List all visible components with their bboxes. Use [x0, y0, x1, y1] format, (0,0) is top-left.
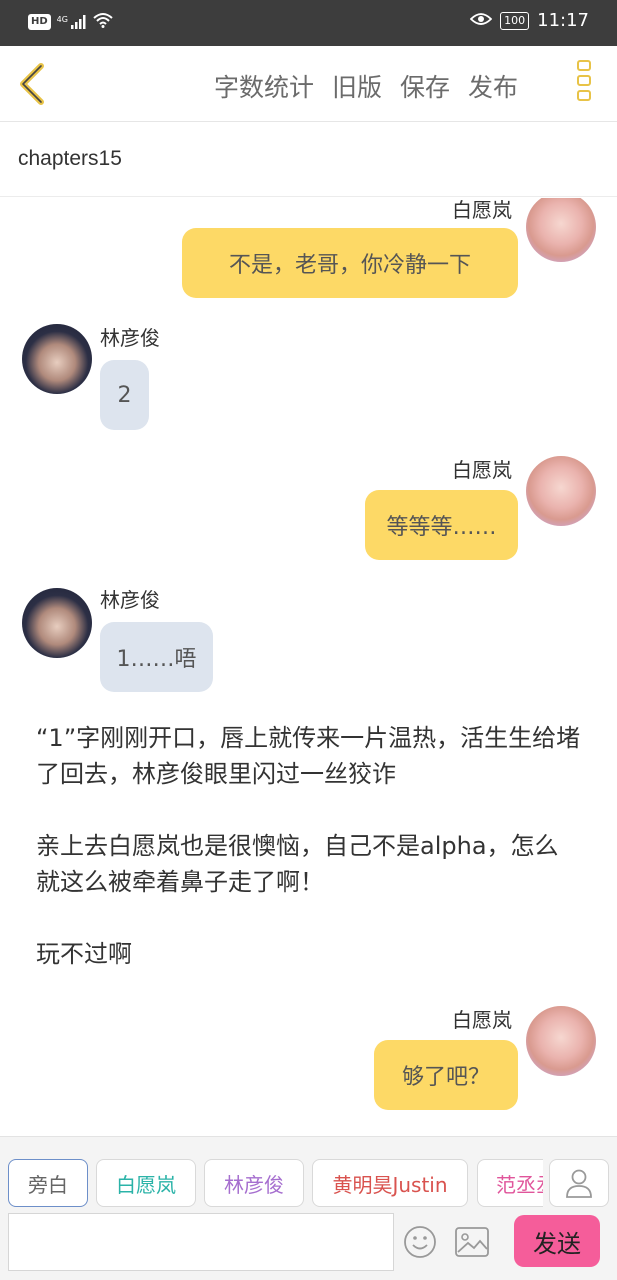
speaker-name: 白愿岚	[452, 1008, 512, 1032]
narration-text[interactable]: 亲上去白愿岚也是很懊恼，自己不是alpha，怎么就这么被牵着鼻子走了啊！	[36, 828, 581, 900]
chapter-title: chapters15	[18, 147, 122, 170]
message-bubble[interactable]: 2	[100, 360, 149, 430]
avatar[interactable]	[526, 456, 596, 526]
message-bubble[interactable]: 1……唔	[100, 622, 213, 692]
avatar[interactable]	[526, 198, 596, 262]
signal-icon: 4G	[57, 15, 87, 29]
speaker-name: 林彦俊	[100, 326, 160, 350]
more-icon	[574, 60, 594, 101]
narration-text[interactable]: 玩不过啊	[36, 936, 581, 972]
add-role-button[interactable]	[549, 1159, 609, 1207]
avatar[interactable]	[22, 588, 92, 658]
message-input[interactable]	[9, 1214, 393, 1270]
composer-bar: 旁白 白愿岚 林彦俊 黄明昊Justin 范丞丞 发送	[0, 1136, 617, 1280]
emoji-button[interactable]	[403, 1225, 437, 1259]
speaker-name: 白愿岚	[452, 198, 512, 222]
role-narrator[interactable]: 旁白	[8, 1159, 88, 1207]
narration-text[interactable]: “1”字刚刚开口，唇上就传来一片温热，活生生给堵了回去，林彦俊眼里闪过一丝狡诈	[36, 720, 581, 792]
image-button[interactable]	[454, 1225, 490, 1259]
hd-badge: HD	[28, 14, 51, 30]
word-count-button[interactable]: 字数统计	[214, 68, 314, 104]
avatar[interactable]	[526, 1006, 596, 1076]
speaker-name: 林彦俊	[100, 588, 160, 612]
role-fan-chengcheng[interactable]: 范丞丞	[477, 1159, 543, 1207]
chevron-left-icon	[20, 63, 44, 105]
chat-area[interactable]: 白愿岚 不是，老哥，你冷静一下 林彦俊 2 白愿岚 等等等…… 林彦俊 1……唔…	[0, 198, 617, 1136]
role-lin-yanjun[interactable]: 林彦俊	[204, 1159, 304, 1207]
role-selector: 旁白 白愿岚 林彦俊 黄明昊Justin 范丞丞	[8, 1159, 543, 1209]
message-input-box[interactable]	[8, 1213, 394, 1271]
message-bubble[interactable]: 等等等……	[365, 490, 518, 560]
more-menu-button[interactable]	[574, 60, 594, 112]
back-button[interactable]	[14, 60, 54, 108]
clock: 11:17	[537, 10, 589, 31]
role-huang-minghao[interactable]: 黄明昊Justin	[312, 1159, 468, 1207]
header-actions: 字数统计 旧版 保存 发布	[214, 68, 518, 104]
publish-button[interactable]: 发布	[468, 68, 518, 104]
editor-header: 字数统计 旧版 保存 发布	[0, 46, 617, 122]
eye-icon	[469, 10, 493, 31]
status-bar: HD 4G 100 11:17	[0, 0, 617, 46]
old-version-button[interactable]: 旧版	[332, 68, 382, 104]
smiley-icon	[404, 1226, 436, 1258]
message-bubble[interactable]: 够了吧？	[374, 1040, 518, 1110]
avatar[interactable]	[22, 324, 92, 394]
save-button[interactable]: 保存	[400, 68, 450, 104]
image-icon	[455, 1227, 489, 1257]
person-icon	[566, 1169, 592, 1198]
role-bai-yuanlan[interactable]: 白愿岚	[96, 1159, 196, 1207]
message-bubble[interactable]: 不是，老哥，你冷静一下	[182, 228, 518, 298]
wifi-icon	[93, 12, 113, 32]
battery-indicator: 100	[500, 11, 530, 30]
chapter-title-bar[interactable]: chapters15	[0, 123, 617, 197]
speaker-name: 白愿岚	[452, 458, 512, 482]
send-button[interactable]: 发送	[514, 1215, 600, 1267]
